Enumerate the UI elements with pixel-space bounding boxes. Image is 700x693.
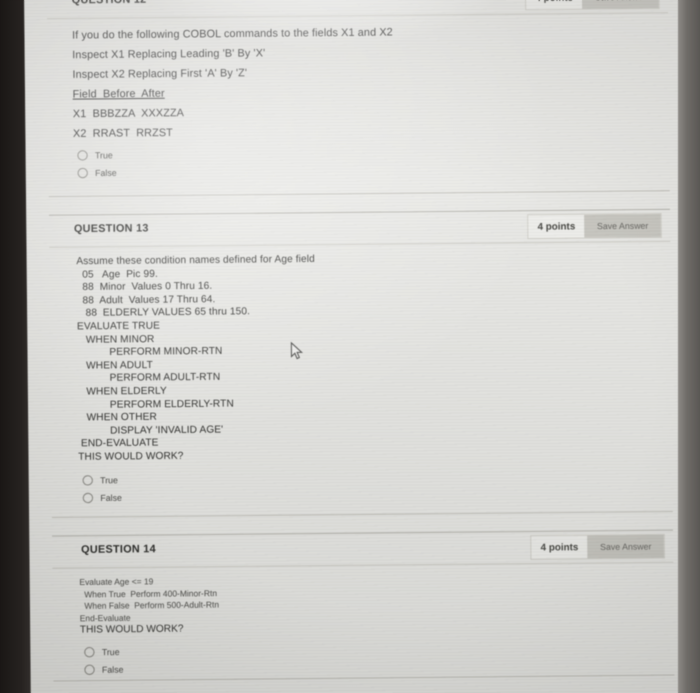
option-label: False	[100, 491, 122, 503]
screen-photo: QUESTION 12 4 points Save Answer If you …	[0, 0, 700, 693]
question-title-13: QUESTION 13	[73, 222, 149, 236]
option-true-13[interactable]: True	[82, 469, 673, 486]
radio-button-icon[interactable]	[84, 646, 95, 658]
result-table-header: Field Before After	[72, 87, 165, 101]
option-label: True	[94, 149, 113, 161]
question-block-12: QUESTION 12 4 points Save Answer If you …	[46, 0, 670, 198]
question-separator	[48, 190, 670, 198]
question-meta-14: 4 points Save Answer	[530, 533, 666, 560]
option-label: False	[95, 167, 117, 179]
points-label-13: 4 points	[537, 220, 576, 233]
question-meta-13: 4 points Save Answer	[527, 213, 662, 240]
question-separator	[53, 674, 675, 682]
answer-options-13: True False	[78, 469, 672, 503]
question-title-14: QUESTION 14	[81, 542, 156, 557]
option-true-12[interactable]: True	[77, 145, 669, 161]
answer-options-14: True False	[80, 641, 674, 675]
quiz-page: QUESTION 12 4 points Save Answer If you …	[46, 0, 675, 693]
radio-button-icon[interactable]	[77, 150, 88, 161]
monitor-bezel-right	[678, 0, 700, 693]
option-true-14[interactable]: True	[84, 641, 674, 658]
option-label: True	[101, 646, 120, 658]
screen-surface: QUESTION 12 4 points Save Answer If you …	[24, 0, 694, 693]
question-prompt-line: Inspect X1 Replacing Leading 'B' By 'X'	[72, 47, 266, 62]
question-separator	[51, 510, 673, 518]
question-body-14: Evaluate Age <= 19 When True Perform 400…	[52, 563, 674, 676]
save-answer-button-12[interactable]: Save Answer	[582, 0, 659, 9]
option-false-14[interactable]: False	[84, 659, 674, 675]
question-prompt-line: Inspect X2 Replacing First 'A' By 'Z'	[72, 66, 248, 82]
question-block-13: QUESTION 13 4 points Save Answer Assume …	[48, 208, 673, 518]
save-answer-button-13[interactable]: Save Answer	[584, 214, 661, 238]
result-table-row: X1 BBBZZA XXXZZA	[72, 106, 185, 121]
question-meta-12: 4 points Save Answer	[524, 0, 660, 11]
points-label-14: 4 points	[540, 541, 579, 554]
answer-options-12: True False	[73, 145, 669, 179]
option-label: False	[101, 664, 124, 675]
radio-button-icon[interactable]	[82, 474, 93, 486]
question-body-13: Assume these condition names defined for…	[49, 242, 672, 503]
question-title-12: QUESTION 12	[72, 0, 147, 6]
save-answer-button-14[interactable]: Save Answer	[587, 534, 664, 559]
radio-button-icon[interactable]	[84, 664, 95, 675]
question-body-12: If you do the following COBOL commands t…	[47, 13, 670, 179]
radio-button-icon[interactable]	[82, 492, 94, 503]
question-block-14: QUESTION 14 4 points Save Answer Evaluat…	[52, 529, 675, 683]
option-label: True	[100, 474, 118, 485]
question-prompt-line: If you do the following COBOL commands t…	[72, 26, 393, 42]
radio-button-icon[interactable]	[77, 167, 88, 179]
result-table-row: X2 RRAST RRZST	[72, 126, 173, 140]
points-label-12: 4 points	[526, 0, 583, 9]
option-false-13[interactable]: False	[82, 487, 673, 503]
option-false-12[interactable]: False	[77, 162, 669, 179]
